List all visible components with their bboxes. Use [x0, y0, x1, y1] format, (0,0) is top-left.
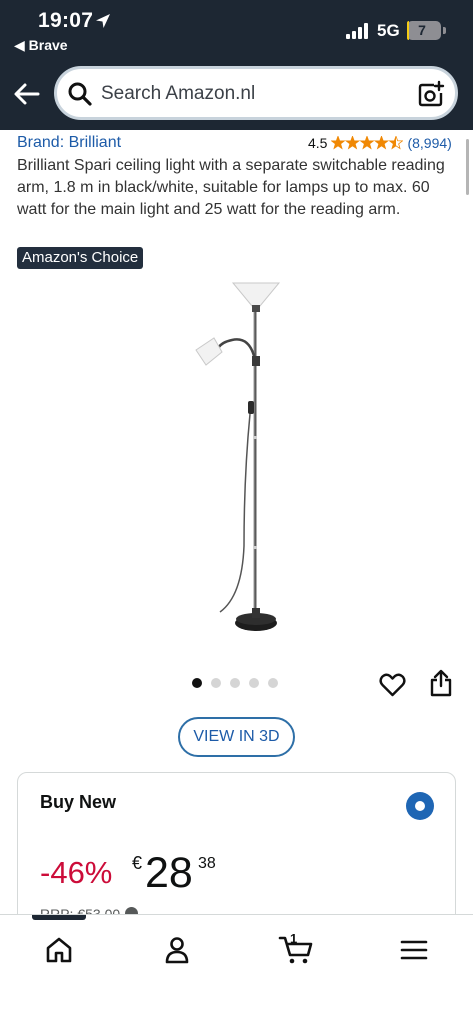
carousel-dot[interactable] — [192, 678, 202, 688]
bottom-navigation: 1 — [0, 914, 473, 1024]
status-time: 19:07 — [38, 9, 94, 32]
carousel-dot[interactable] — [249, 678, 259, 688]
battery-cap — [443, 27, 446, 34]
carousel-dot[interactable] — [211, 678, 221, 688]
search-placeholder: Search Amazon.nl — [101, 83, 256, 104]
menu-icon[interactable] — [397, 933, 431, 967]
heart-icon[interactable] — [379, 672, 406, 698]
brand-link[interactable]: Brand: Brilliant — [17, 134, 121, 152]
buy-new-radio[interactable] — [406, 792, 434, 820]
rating-value: 4.5 — [308, 135, 328, 151]
signal-icon — [346, 23, 368, 39]
price-currency: € — [132, 853, 143, 873]
star-5 — [388, 136, 404, 150]
price-whole: 28 — [145, 849, 193, 897]
star-2 — [345, 136, 361, 150]
amazons-choice-badge: Amazon's Choice — [17, 247, 144, 269]
star-1 — [331, 136, 347, 150]
location-arrow-icon — [96, 14, 110, 28]
search-input[interactable]: Search Amazon.nl — [54, 66, 458, 120]
buy-new-label: Buy New — [40, 792, 117, 812]
cart-count: 1 — [290, 931, 298, 946]
product-title: Brilliant Spari ceiling light with a sep… — [17, 157, 445, 218]
product-image[interactable] — [180, 276, 300, 638]
carousel-dot[interactable] — [230, 678, 240, 688]
camera-search-icon[interactable] — [417, 80, 445, 108]
battery-level: 7 — [418, 22, 426, 38]
star-4 — [374, 136, 390, 150]
active-tab-indicator — [32, 915, 86, 920]
share-icon[interactable] — [429, 669, 453, 697]
rating-summary[interactable]: 4.5 (8,994) — [308, 134, 452, 152]
status-bar: 19:07 ◀ Brave 5G 7 — [0, 0, 473, 58]
radio-dot — [415, 801, 425, 811]
star-rating-icon — [331, 136, 404, 150]
scrollbar[interactable] — [466, 139, 469, 195]
rating-count: (8,994) — [407, 135, 452, 151]
account-icon[interactable] — [160, 933, 194, 967]
network-type: 5G — [377, 21, 400, 40]
view-in-3d-button[interactable]: VIEW IN 3D — [178, 717, 295, 757]
back-to-app-link[interactable]: ◀ Brave — [14, 37, 68, 54]
home-icon[interactable] — [42, 933, 76, 967]
discount-percent: -46% — [40, 855, 113, 890]
cart-button[interactable]: 1 — [278, 931, 314, 967]
back-arrow-icon[interactable] — [12, 80, 42, 108]
price-fraction: 38 — [198, 855, 216, 872]
battery-icon: 7 — [407, 21, 441, 40]
star-3 — [359, 136, 376, 150]
carousel-dot[interactable] — [268, 678, 278, 688]
app-header: 19:07 ◀ Brave 5G 7 Search Amazon.nl — [0, 0, 473, 130]
image-carousel-dots[interactable] — [192, 678, 278, 690]
search-icon — [68, 82, 92, 106]
